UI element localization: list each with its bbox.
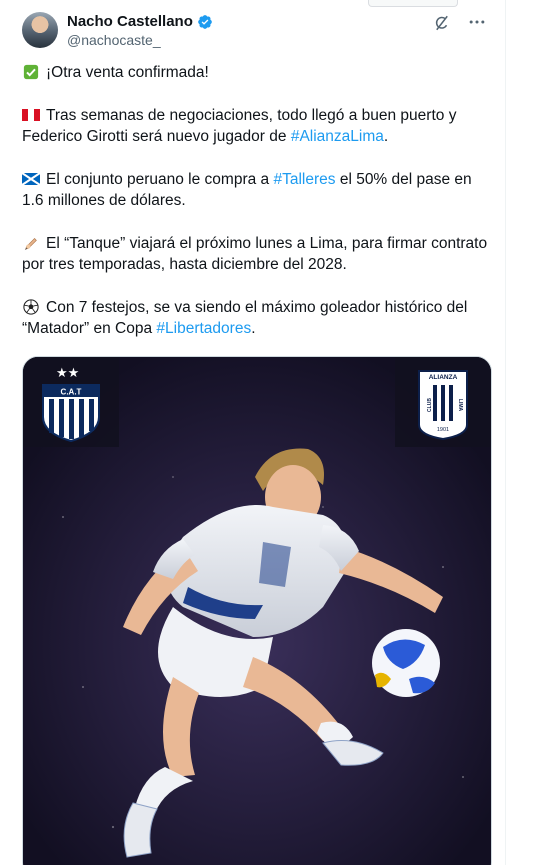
talleres-crest: ★★ C.A.T xyxy=(23,357,119,447)
verified-badge-icon xyxy=(198,15,212,29)
paragraph-text: El conjunto peruano le compra a xyxy=(46,171,274,188)
tweet-paragraph: Con 7 festejos, se va siendo el máximo g… xyxy=(22,297,492,339)
handle[interactable]: @nachocaste_ xyxy=(67,31,213,49)
crest-stars: ★★ xyxy=(56,366,79,381)
hashtag-alianzalima[interactable]: #AlianzaLima xyxy=(291,128,384,145)
tweet-header: Nacho Castellano @nachocaste_ xyxy=(22,12,489,52)
crest-top-text: ALIANZA xyxy=(429,374,458,381)
crest-right-text: LIMA xyxy=(457,399,463,412)
tweet-paragraph: El “Tanque” viajará el próximo lunes a L… xyxy=(22,233,492,275)
top-strip xyxy=(368,0,458,7)
paragraph-text: ¡Otra venta confirmada! xyxy=(46,64,209,81)
crest-text: C.A.T xyxy=(61,388,82,397)
more-icon[interactable] xyxy=(467,12,487,32)
avatar[interactable] xyxy=(22,12,58,48)
alianza-lima-crest-icon: ALIANZA CLUB LIMA 1901 xyxy=(418,370,468,441)
check-mark-emoji xyxy=(23,64,39,80)
grok-icon[interactable] xyxy=(433,14,451,32)
tweet-paragraph: Tras semanas de negociaciones, todo lleg… xyxy=(22,105,492,147)
hashtag-libertadores[interactable]: #Libertadores xyxy=(156,320,251,337)
tweet-paragraph: El conjunto peruano le compra a #Tallere… xyxy=(22,169,492,211)
peru-flag-emoji xyxy=(22,109,40,121)
tweet-paragraph: ¡Otra venta confirmada! xyxy=(22,62,492,83)
crest-year: 1901 xyxy=(437,427,449,433)
paragraph-text: . xyxy=(383,128,389,145)
soccer-ball-emoji xyxy=(23,299,39,315)
crest-left-text: CLUB xyxy=(427,398,433,412)
tweet-media-image[interactable]: ★★ C.A.T ALIANZA CLUB LIMA 1901 xyxy=(22,356,492,865)
writing-hand-emoji xyxy=(24,238,37,251)
talleres-crest-icon: ★★ C.A.T xyxy=(42,366,100,443)
paragraph-text: El “Tanque” viajará el próximo lunes a L… xyxy=(22,235,488,273)
author-names: Nacho Castellano @nachocaste_ xyxy=(67,13,213,49)
tweet-card: Nacho Castellano @nachocaste_ ¡Otra vent… xyxy=(0,0,506,865)
display-name[interactable]: Nacho Castellano xyxy=(67,13,193,31)
paragraph-text: Tras semanas de negociaciones, todo lleg… xyxy=(22,107,457,145)
hashtag-talleres[interactable]: #Talleres xyxy=(273,171,335,188)
tweet-body: ¡Otra venta confirmada! Tras semanas de … xyxy=(22,62,492,361)
alianza-lima-crest: ALIANZA CLUB LIMA 1901 xyxy=(395,357,491,447)
scotland-flag-emoji xyxy=(22,172,40,186)
paragraph-text: . xyxy=(251,320,256,337)
